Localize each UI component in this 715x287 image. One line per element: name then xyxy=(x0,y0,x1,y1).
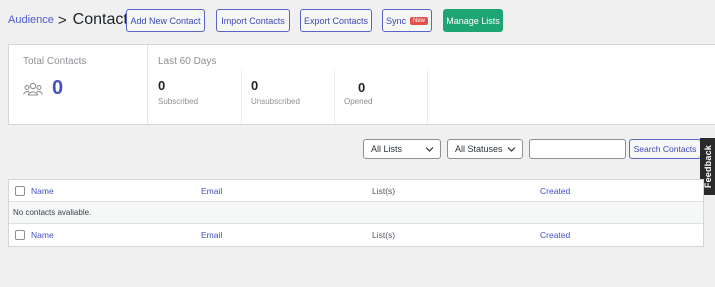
column-footer-name[interactable]: Name xyxy=(31,230,54,240)
add-new-contact-button[interactable]: Add New Contact xyxy=(126,9,205,32)
export-contacts-button[interactable]: Export Contacts xyxy=(300,9,372,32)
unsubscribed-value: 0 xyxy=(251,78,259,93)
select-all-checkbox-footer[interactable] xyxy=(15,230,25,240)
list-filter-select[interactable]: All Lists xyxy=(363,139,441,159)
select-all-checkbox[interactable] xyxy=(15,186,25,196)
import-contacts-button[interactable]: Import Contacts xyxy=(216,9,290,32)
feedback-tab-label: Feedback xyxy=(702,144,713,189)
subscribed-value: 0 xyxy=(158,78,166,93)
subscribed-label: Subscribed xyxy=(158,97,199,106)
column-header-email[interactable]: Email xyxy=(201,186,222,196)
column-footer-lists: List(s) xyxy=(372,230,396,240)
column-footer-email[interactable]: Email xyxy=(201,230,222,240)
total-contacts-value: 0 xyxy=(52,77,64,99)
breadcrumb-audience-link[interactable]: Audience xyxy=(8,14,54,26)
column-header-lists: List(s) xyxy=(372,186,396,196)
column-header-name[interactable]: Name xyxy=(31,186,54,196)
opened-label: Opened xyxy=(344,97,373,106)
last-60-days-label: Last 60 Days xyxy=(158,56,217,67)
status-filter-select[interactable]: All Statuses xyxy=(447,139,523,159)
unsubscribed-label: Unsubscribed xyxy=(251,97,300,106)
search-contacts-button[interactable]: Search Contacts xyxy=(629,139,701,159)
manage-lists-button[interactable]: Manage Lists xyxy=(443,9,503,32)
status-filter-value: All Statuses xyxy=(455,144,503,154)
breadcrumb-separator: > xyxy=(57,11,67,29)
new-badge: New xyxy=(410,16,429,25)
table-footer-row: Name Email List(s) Created xyxy=(9,224,703,246)
total-contacts-label: Total Contacts xyxy=(23,56,87,67)
chevron-down-icon xyxy=(507,143,516,157)
stats-divider xyxy=(147,45,148,124)
search-contacts-input[interactable] xyxy=(529,139,626,159)
empty-message: No contacts avaliable. xyxy=(13,208,92,217)
empty-row: No contacts avaliable. xyxy=(9,202,703,224)
column-footer-created[interactable]: Created xyxy=(540,230,570,240)
opened-value: 0 xyxy=(358,80,366,95)
column-header-created[interactable]: Created xyxy=(540,186,570,196)
contacts-group-icon xyxy=(23,81,43,102)
table-header-row: Name Email List(s) Created xyxy=(9,180,703,202)
sync-button-label: Sync xyxy=(385,15,406,26)
stats-card: Total Contacts 0 Last 60 Days 0 Subscrib… xyxy=(8,44,715,125)
column-separator xyxy=(427,69,428,124)
chevron-down-icon xyxy=(425,143,434,157)
column-separator xyxy=(334,69,335,124)
sync-button[interactable]: Sync New xyxy=(382,9,432,32)
contacts-table: Name Email List(s) Created No contacts a… xyxy=(8,179,704,247)
list-filter-value: All Lists xyxy=(371,144,403,154)
column-separator xyxy=(241,69,242,124)
breadcrumb: Audience > Contacts xyxy=(8,8,136,32)
